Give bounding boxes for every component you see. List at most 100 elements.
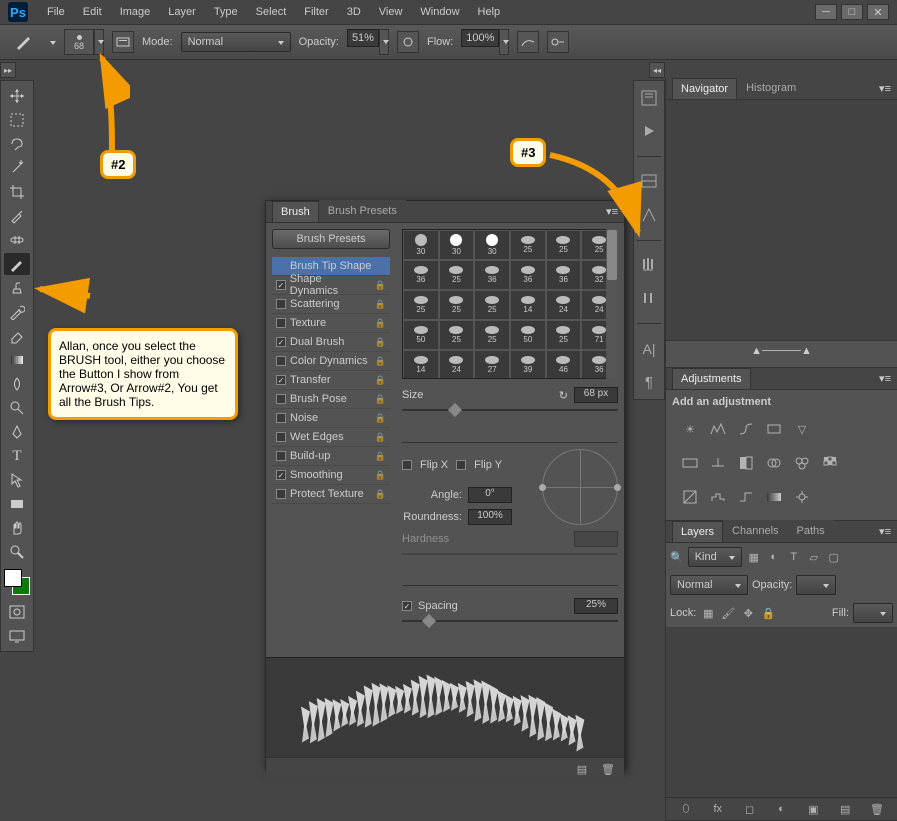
collapse-right-panels[interactable]: ◂◂ <box>649 62 665 78</box>
brush-tip[interactable]: 25 <box>403 290 439 320</box>
exposure-icon[interactable] <box>764 420 784 438</box>
character-panel-icon[interactable]: A| <box>637 338 661 359</box>
size-pressure-toggle[interactable] <box>547 31 569 53</box>
paths-tab[interactable]: Paths <box>788 520 834 542</box>
menu-window[interactable]: Window <box>411 6 468 18</box>
crop-tool[interactable] <box>4 181 30 203</box>
bw-icon[interactable] <box>736 454 756 472</box>
opacity-value[interactable]: 51% <box>347 29 379 47</box>
brush-tips-grid[interactable]: 3030302525253625363636322525251424245025… <box>402 229 618 379</box>
adjustments-tab[interactable]: Adjustments <box>672 368 751 389</box>
type-tool[interactable]: T <box>4 445 30 467</box>
brush-tip[interactable]: 25 <box>474 320 510 350</box>
curves-icon[interactable] <box>736 420 756 438</box>
layer-fill-input[interactable] <box>853 603 893 623</box>
hue-sat-icon[interactable] <box>680 454 700 472</box>
filter-smart-icon[interactable]: ▢ <box>826 550 842 564</box>
menu-file[interactable]: File <box>38 6 74 18</box>
brush-tip[interactable]: 25 <box>439 290 475 320</box>
lasso-tool[interactable] <box>4 133 30 155</box>
zoom-tool[interactable] <box>4 541 30 563</box>
photo-filter-icon[interactable] <box>764 454 784 472</box>
history-brush-tool[interactable] <box>4 301 30 323</box>
brush-tip[interactable]: 36 <box>474 260 510 290</box>
brush-presets-panel-icon[interactable] <box>637 288 661 309</box>
menu-3d[interactable]: 3D <box>338 6 370 18</box>
brush-tip[interactable]: 30 <box>474 230 510 260</box>
brush-tip[interactable]: 50 <box>403 320 439 350</box>
menu-help[interactable]: Help <box>469 6 510 18</box>
lock-icon[interactable]: 🔒 <box>375 375 386 386</box>
lock-icon[interactable]: 🔒 <box>375 318 386 329</box>
brush-tip[interactable]: 25 <box>474 290 510 320</box>
levels-icon[interactable] <box>708 420 728 438</box>
brush-tip[interactable]: 36 <box>403 260 439 290</box>
color-swatches[interactable] <box>4 569 30 595</box>
eraser-tool[interactable] <box>4 325 30 347</box>
expand-toolbox[interactable]: ▸▸ <box>0 62 16 78</box>
blend-mode-select[interactable]: Normal <box>670 575 748 595</box>
quick-mask-toggle[interactable] <box>4 601 30 623</box>
layer-filter-dropdown[interactable]: Kind <box>688 547 742 567</box>
panel-menu-icon[interactable]: ▾≡ <box>873 78 897 99</box>
checkbox[interactable] <box>276 489 286 499</box>
brush-tip[interactable]: 30 <box>403 230 439 260</box>
brush-tip[interactable]: 25 <box>546 230 582 260</box>
lock-icon[interactable]: 🔒 <box>375 337 386 348</box>
brush-setting-transfer[interactable]: Transfer🔒 <box>272 371 390 390</box>
screen-mode-button[interactable] <box>4 625 30 647</box>
flow-dropdown[interactable] <box>499 29 509 55</box>
color-lookup-icon[interactable] <box>820 454 840 472</box>
checkbox[interactable] <box>276 375 286 385</box>
flow-value[interactable]: 100% <box>461 29 499 47</box>
lock-icon[interactable]: 🔒 <box>375 470 386 481</box>
reset-size-icon[interactable]: ↻ <box>559 389 568 402</box>
brush-preset-picker[interactable]: 68 <box>64 29 94 55</box>
brush-setting-build-up[interactable]: Build-up🔒 <box>272 447 390 466</box>
maximize-button[interactable]: □ <box>841 4 863 20</box>
menu-type[interactable]: Type <box>205 6 247 18</box>
actions-panel-icon[interactable] <box>637 120 661 141</box>
menu-filter[interactable]: Filter <box>295 6 337 18</box>
brush-setting-noise[interactable]: Noise🔒 <box>272 409 390 428</box>
angle-input[interactable]: 0° <box>468 487 512 503</box>
menu-edit[interactable]: Edit <box>74 6 111 18</box>
brush-tip[interactable]: 24 <box>546 290 582 320</box>
checkbox[interactable] <box>276 451 286 461</box>
minimize-button[interactable]: ─ <box>815 4 837 20</box>
color-balance-icon[interactable] <box>708 454 728 472</box>
path-select-tool[interactable] <box>4 469 30 491</box>
checkbox[interactable] <box>276 413 286 423</box>
brush-presets-tab[interactable]: Brush Presets <box>319 200 406 222</box>
brush-setting-wet-edges[interactable]: Wet Edges🔒 <box>272 428 390 447</box>
brush-setting-protect-texture[interactable]: Protect Texture🔒 <box>272 485 390 504</box>
brush-presets-button[interactable]: Brush Presets <box>272 229 390 249</box>
lock-icon[interactable]: 🔒 <box>375 356 386 367</box>
close-button[interactable]: ✕ <box>867 4 889 20</box>
menu-view[interactable]: View <box>370 6 412 18</box>
checkbox[interactable] <box>276 299 286 309</box>
brush-tip[interactable]: 27 <box>474 350 510 379</box>
brush-panel-toggle[interactable] <box>112 31 134 53</box>
filter-pixel-icon[interactable]: ▦ <box>746 550 762 564</box>
rectangle-tool[interactable] <box>4 493 30 515</box>
brush-tip[interactable]: 24 <box>439 350 475 379</box>
checkbox[interactable] <box>276 356 286 366</box>
brush-panel-icon[interactable] <box>637 254 661 275</box>
info-panel-icon[interactable] <box>637 204 661 225</box>
blur-tool[interactable] <box>4 373 30 395</box>
move-tool[interactable] <box>4 85 30 107</box>
magic-wand-tool[interactable] <box>4 157 30 179</box>
brush-tip[interactable]: 36 <box>546 260 582 290</box>
size-input[interactable]: 68 px <box>574 387 618 403</box>
dodge-tool[interactable] <box>4 397 30 419</box>
new-fill-layer-icon[interactable]: ◐ <box>773 802 789 816</box>
paragraph-panel-icon[interactable]: ¶ <box>637 372 661 393</box>
gradient-tool[interactable] <box>4 349 30 371</box>
menu-select[interactable]: Select <box>247 6 296 18</box>
layer-mask-icon[interactable]: ◻ <box>742 802 758 816</box>
healing-brush-tool[interactable] <box>4 229 30 251</box>
channel-mixer-icon[interactable] <box>792 454 812 472</box>
histogram-tab[interactable]: Histogram <box>737 77 805 99</box>
checkbox[interactable] <box>276 337 286 347</box>
